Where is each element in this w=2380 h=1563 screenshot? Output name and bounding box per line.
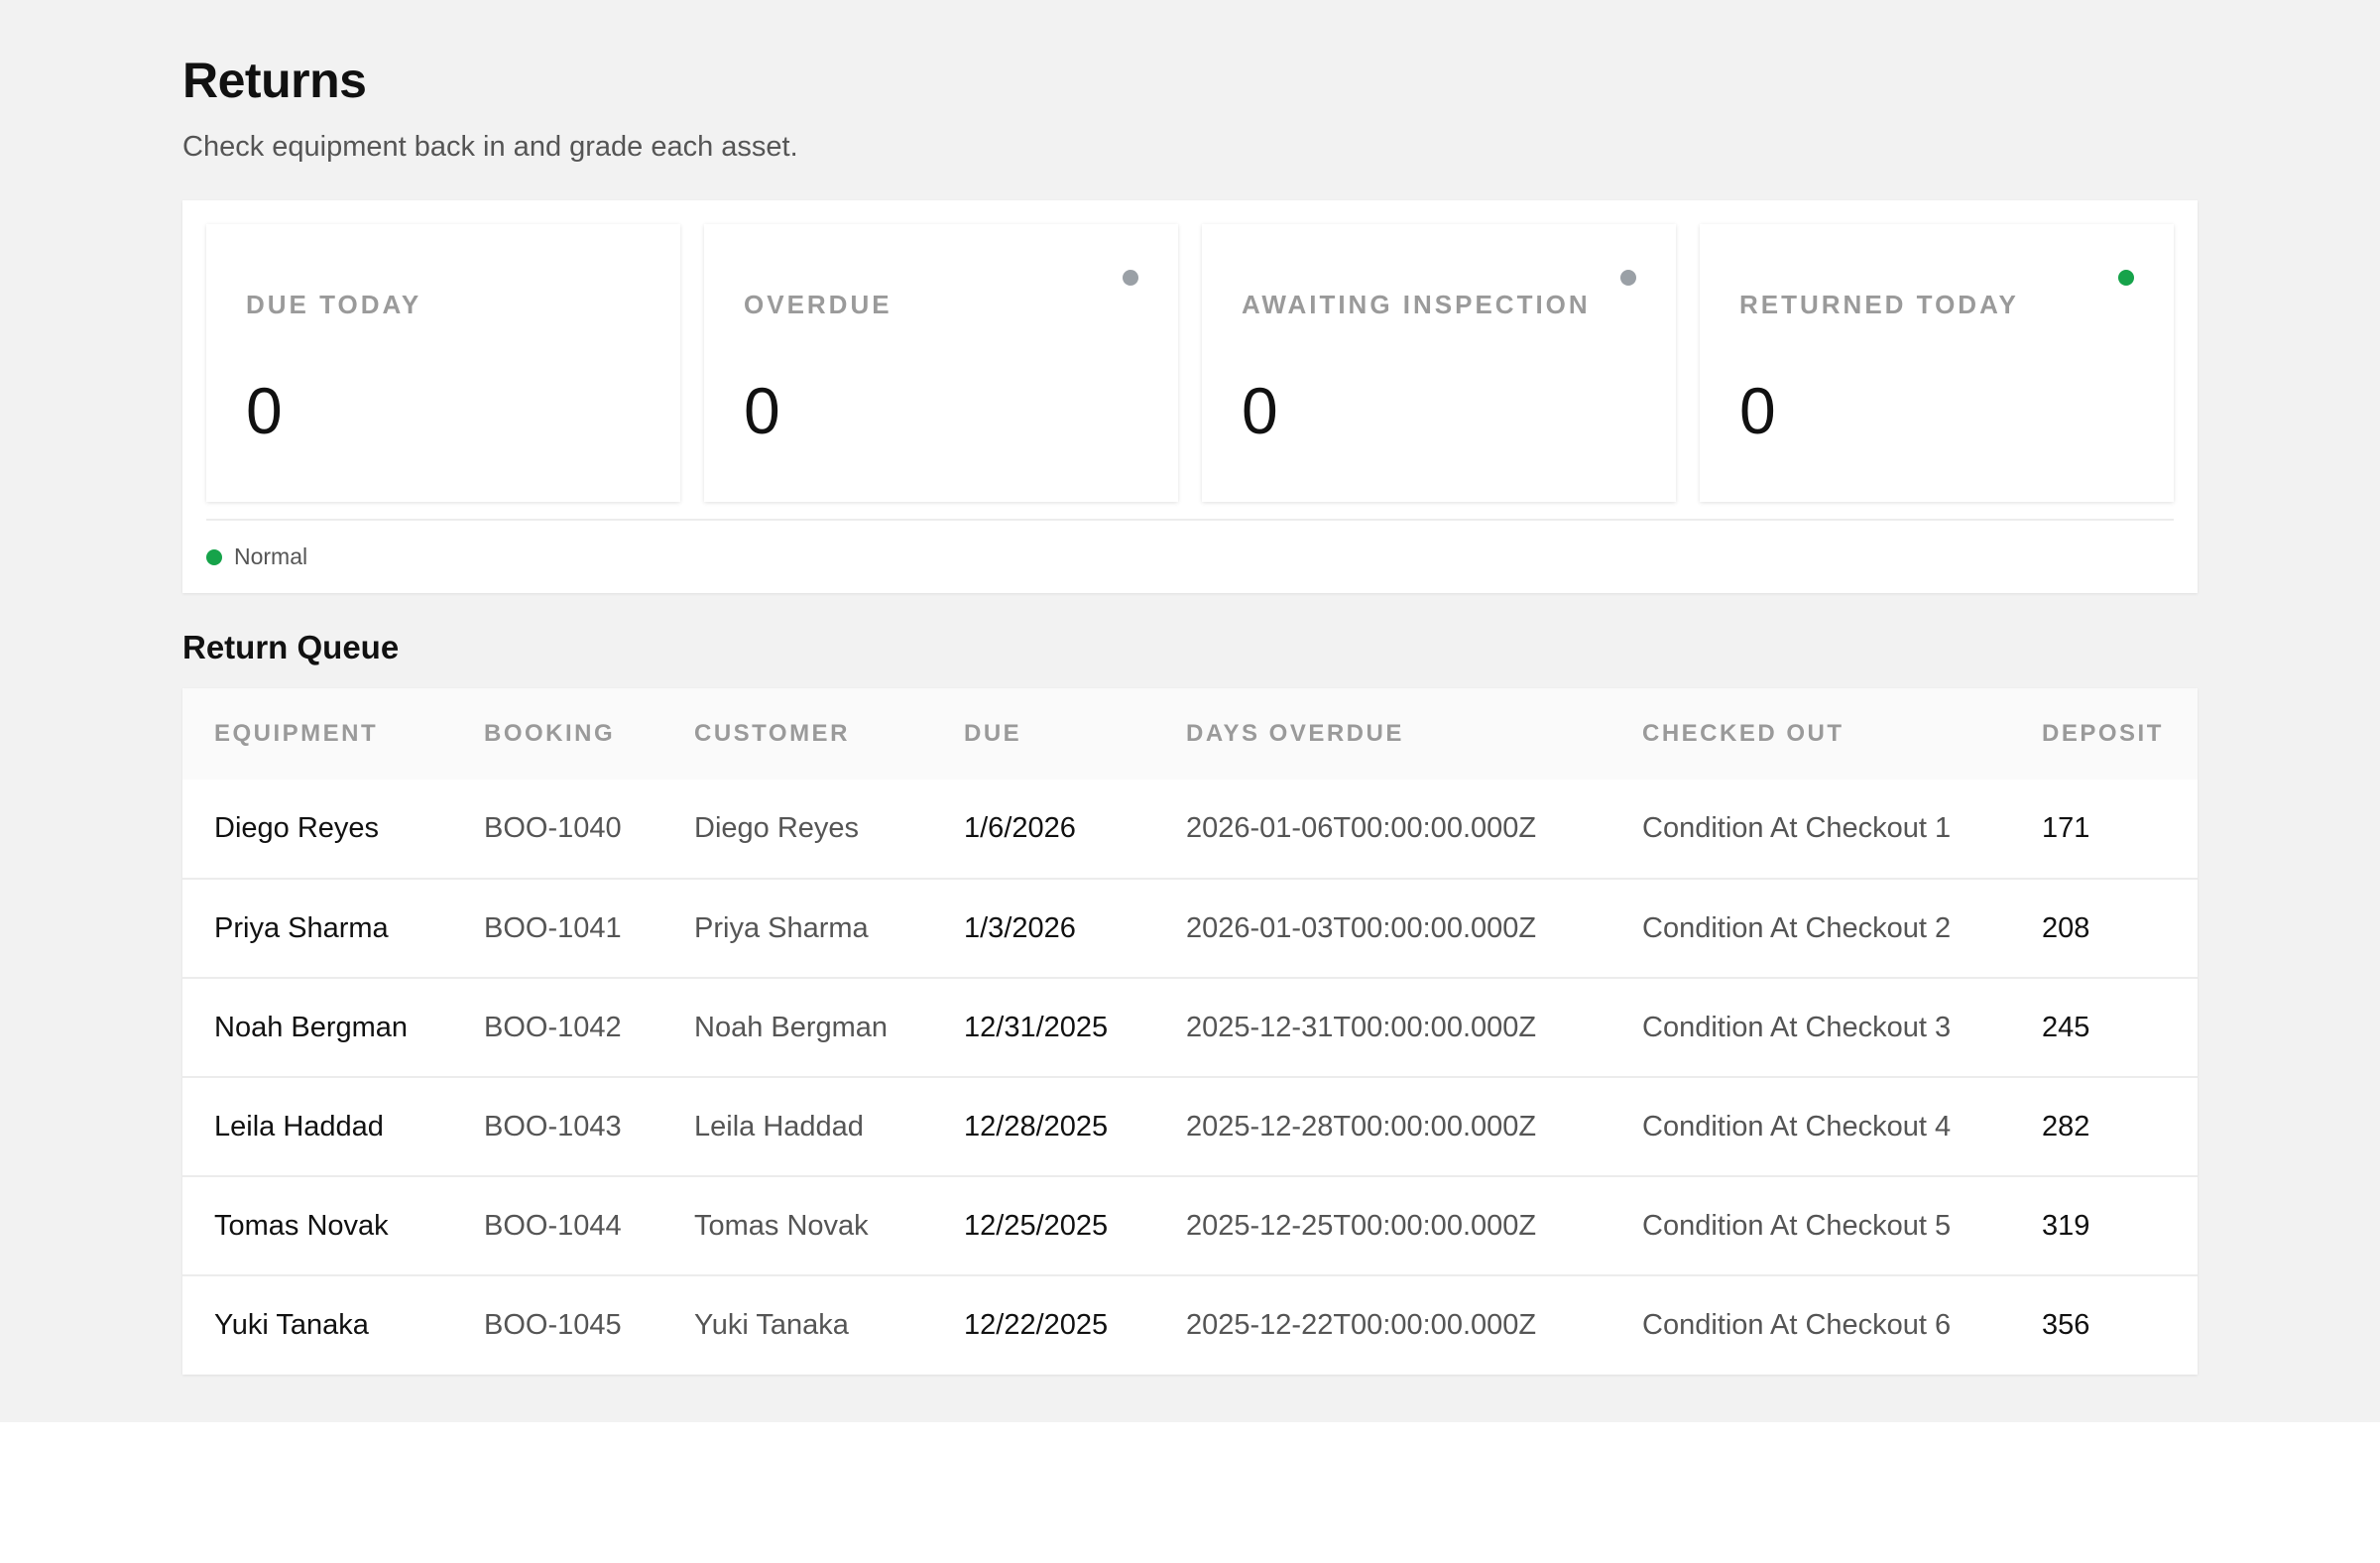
checked-out-cell: Condition At Checkout 5 (1642, 1209, 1952, 1242)
divider (206, 519, 2174, 521)
status-dot-icon (1620, 270, 1636, 286)
checked-out-cell: Condition At Checkout 4 (1642, 1110, 1952, 1142)
legend-label: Normal (234, 543, 308, 569)
stat-label: RETURNED TODAY (1739, 290, 2019, 319)
checked-out-cell: Condition At Checkout 3 (1642, 1011, 1952, 1043)
status-dot-icon (2118, 270, 2134, 286)
due-cell: 12/28/2025 (964, 1110, 1109, 1142)
days-overdue-cell: 2025-12-28T00:00:00.000Z (1186, 1110, 1537, 1142)
days-overdue-cell: 2025-12-25T00:00:00.000Z (1186, 1209, 1537, 1242)
due-cell: 1/3/2026 (964, 911, 1076, 944)
table-row[interactable]: Diego Reyes BOO-1040 Diego Reyes 1/6/2026 20… (182, 780, 2198, 879)
equipment-cell: Priya Sharma (214, 911, 389, 944)
days-overdue-cell: 2025-12-31T00:00:00.000Z (1186, 1011, 1537, 1043)
due-cell: 12/22/2025 (964, 1309, 1109, 1341)
table-header-row: EQUIPMENT BOOKING CUSTOMER DUE DAYS OVER… (182, 688, 2198, 780)
column-header-booking[interactable]: BOOKING (452, 688, 662, 780)
checked-out-cell: Condition At Checkout 6 (1642, 1309, 1952, 1341)
booking-cell: BOO-1041 (484, 911, 622, 944)
deposit-cell: 319 (2042, 1209, 2090, 1242)
days-overdue-cell: 2026-01-06T00:00:00.000Z (1186, 812, 1537, 844)
customer-cell: Tomas Novak (694, 1209, 869, 1242)
booking-cell: BOO-1040 (484, 812, 622, 844)
page-subtitle: Check equipment back in and grade each a… (182, 131, 798, 163)
stat-value: 0 (246, 374, 283, 447)
customer-cell: Yuki Tanaka (694, 1309, 849, 1341)
table-row[interactable]: Tomas Novak BOO-1044 Tomas Novak 12/25/2025… (182, 1176, 2198, 1275)
stats-panel: DUE TODAY 0 OVERDUE 0 AWAITING INSPECTIO… (182, 200, 2198, 593)
stat-card-overdue: OVERDUE 0 (704, 224, 1178, 502)
booking-cell: BOO-1042 (484, 1011, 622, 1043)
deposit-cell: 356 (2042, 1309, 2090, 1341)
column-header-days-overdue[interactable]: DAYS OVERDUE (1154, 688, 1610, 780)
status-legend: Normal (206, 543, 307, 570)
section-title: Return Queue (182, 629, 400, 665)
stat-card-due-today: DUE TODAY 0 (206, 224, 680, 502)
table-row[interactable]: Yuki Tanaka BOO-1045 Yuki Tanaka 12/22/2025… (182, 1275, 2198, 1375)
stat-label: OVERDUE (744, 290, 892, 319)
table-row[interactable]: Leila Haddad BOO-1043 Leila Haddad 12/28/20… (182, 1077, 2198, 1176)
stat-value: 0 (1242, 374, 1278, 447)
equipment-cell: Diego Reyes (214, 812, 380, 844)
checked-out-cell: Condition At Checkout 2 (1642, 911, 1952, 944)
return-queue-table: EQUIPMENT BOOKING CUSTOMER DUE DAYS OVER… (182, 688, 2198, 1375)
table-body: Diego Reyes BOO-1040 Diego Reyes 1/6/2026 20… (182, 780, 2198, 1375)
customer-cell: Noah Bergman (694, 1011, 889, 1043)
column-header-equipment[interactable]: EQUIPMENT (182, 688, 452, 780)
stat-value: 0 (1739, 374, 1776, 447)
customer-cell: Priya Sharma (694, 911, 869, 944)
deposit-cell: 282 (2042, 1110, 2090, 1142)
column-header-deposit[interactable]: DEPOSIT (2010, 688, 2198, 780)
table-row[interactable]: Priya Sharma BOO-1041 Priya Sharma 1/3/2026… (182, 879, 2198, 978)
deposit-cell: 245 (2042, 1011, 2090, 1043)
booking-cell: BOO-1043 (484, 1110, 622, 1142)
customer-cell: Leila Haddad (694, 1110, 864, 1142)
due-cell: 1/6/2026 (964, 812, 1076, 844)
table-row[interactable]: Noah Bergman BOO-1042 Noah Bergman 12/31/20… (182, 978, 2198, 1077)
equipment-cell: Tomas Novak (214, 1209, 389, 1242)
days-overdue-cell: 2025-12-22T00:00:00.000Z (1186, 1309, 1537, 1341)
column-header-checked-out[interactable]: CHECKED OUT (1610, 688, 2010, 780)
equipment-cell: Yuki Tanaka (214, 1309, 369, 1341)
booking-cell: BOO-1044 (484, 1209, 622, 1242)
stat-card-awaiting-inspection: AWAITING INSPECTION 0 (1202, 224, 1676, 502)
column-header-due[interactable]: DUE (932, 688, 1154, 780)
deposit-cell: 171 (2042, 812, 2090, 844)
deposit-cell: 208 (2042, 911, 2090, 944)
equipment-cell: Noah Bergman (214, 1011, 409, 1043)
page-title: Returns (182, 53, 367, 108)
stat-card-returned-today: RETURNED TODAY 0 (1700, 224, 2174, 502)
customer-cell: Diego Reyes (694, 812, 860, 844)
stat-label: DUE TODAY (246, 290, 422, 319)
due-cell: 12/25/2025 (964, 1209, 1109, 1242)
booking-cell: BOO-1045 (484, 1309, 622, 1341)
status-dot-icon (1123, 270, 1138, 286)
days-overdue-cell: 2026-01-03T00:00:00.000Z (1186, 911, 1537, 944)
stat-value: 0 (744, 374, 780, 447)
checked-out-cell: Condition At Checkout 1 (1642, 812, 1952, 844)
equipment-cell: Leila Haddad (214, 1110, 384, 1142)
legend-dot-icon (206, 548, 222, 565)
due-cell: 12/31/2025 (964, 1011, 1109, 1043)
stat-label: AWAITING INSPECTION (1242, 290, 1591, 319)
column-header-customer[interactable]: CUSTOMER (662, 688, 932, 780)
